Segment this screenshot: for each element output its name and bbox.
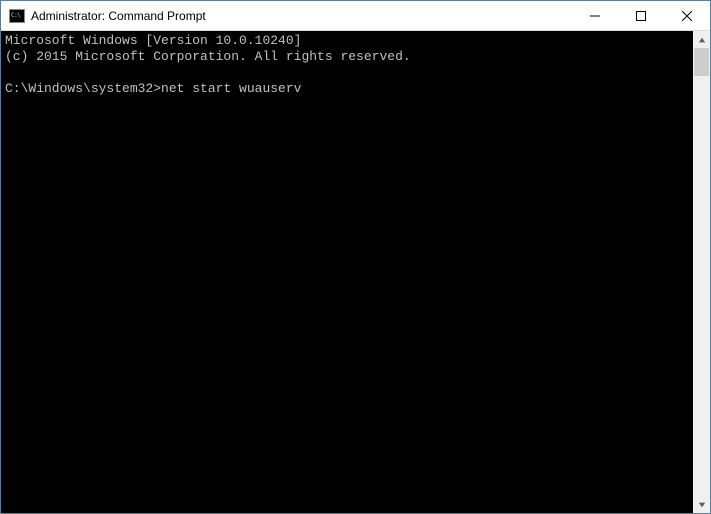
window-title: Administrator: Command Prompt bbox=[31, 9, 206, 23]
terminal-command: net start wuauserv bbox=[161, 81, 301, 96]
scroll-up-button[interactable] bbox=[693, 31, 710, 48]
maximize-button[interactable] bbox=[618, 1, 664, 31]
command-prompt-window: C:\ Administrator: Command Prompt Micros… bbox=[0, 0, 711, 514]
content-area: Microsoft Windows [Version 10.0.10240] (… bbox=[1, 31, 710, 513]
cmd-icon-text: C:\ bbox=[11, 13, 20, 19]
chevron-up-icon bbox=[698, 36, 706, 44]
scroll-down-button[interactable] bbox=[693, 496, 710, 513]
terminal-prompt: C:\Windows\system32> bbox=[5, 81, 161, 96]
scroll-track[interactable] bbox=[693, 48, 710, 496]
terminal-line-copyright: (c) 2015 Microsoft Corporation. All righ… bbox=[5, 49, 411, 64]
maximize-icon bbox=[636, 11, 646, 21]
close-button[interactable] bbox=[664, 1, 710, 31]
close-icon bbox=[682, 11, 692, 21]
cmd-icon: C:\ bbox=[9, 9, 25, 23]
chevron-down-icon bbox=[698, 501, 706, 509]
scroll-thumb[interactable] bbox=[694, 48, 709, 76]
terminal-line-version: Microsoft Windows [Version 10.0.10240] bbox=[5, 33, 301, 48]
minimize-icon bbox=[590, 11, 600, 21]
titlebar[interactable]: C:\ Administrator: Command Prompt bbox=[1, 1, 710, 31]
vertical-scrollbar[interactable] bbox=[693, 31, 710, 513]
terminal-output[interactable]: Microsoft Windows [Version 10.0.10240] (… bbox=[1, 31, 693, 513]
minimize-button[interactable] bbox=[572, 1, 618, 31]
